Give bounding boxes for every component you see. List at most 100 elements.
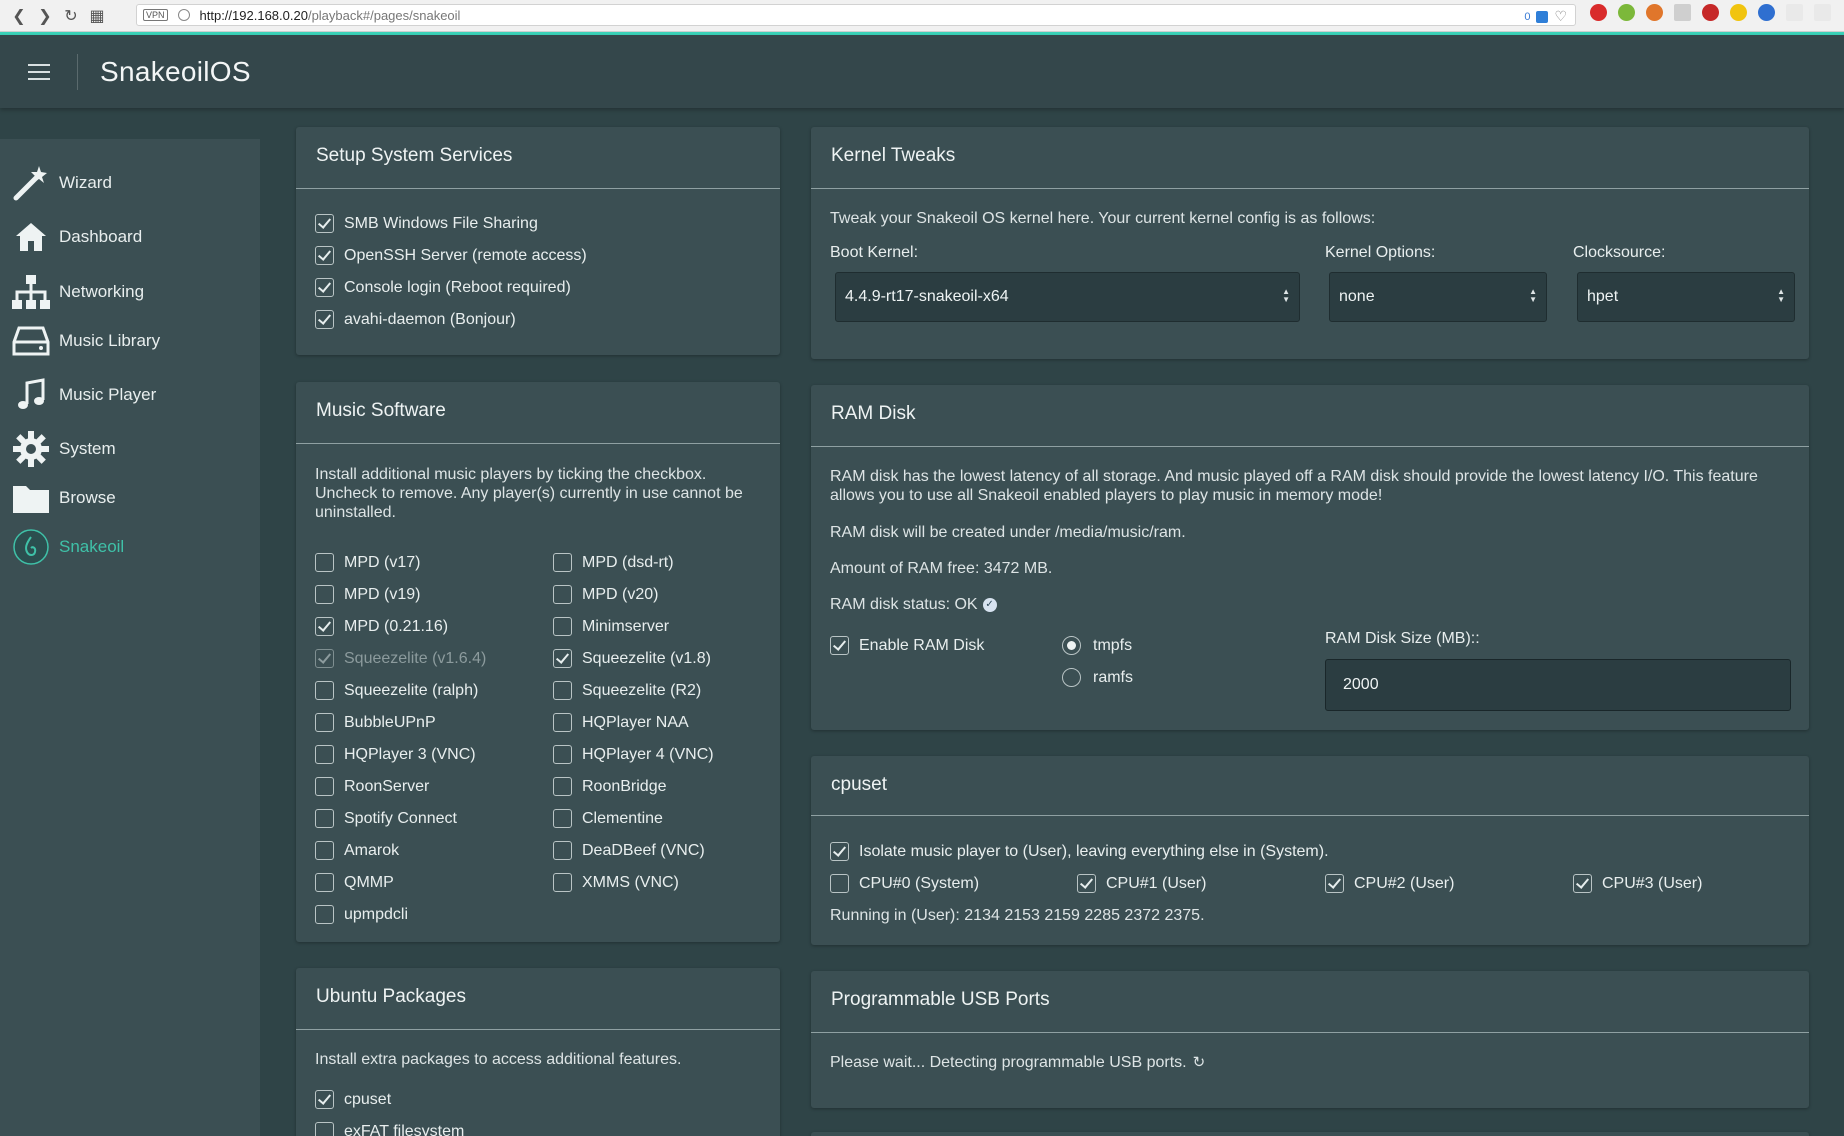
sidebar-item-wizard[interactable]: Wizard [0, 160, 260, 206]
sidebar-item-snakeoil[interactable]: Snakeoil [0, 524, 260, 570]
music-software-checkbox[interactable]: Minimserver [553, 617, 669, 636]
kernel-options-select[interactable]: none ▲ ▼ [1329, 272, 1547, 322]
radio-dot[interactable] [1062, 636, 1081, 655]
checkbox-box[interactable] [553, 649, 572, 668]
download-ext-icon[interactable] [1618, 4, 1635, 21]
sidebar-item-browse[interactable]: Browse [0, 475, 260, 521]
vpn-badge[interactable]: VPN [143, 9, 168, 21]
checkbox-box[interactable] [553, 809, 572, 828]
checkbox-box[interactable] [830, 636, 849, 655]
music-software-checkbox[interactable]: Squeezelite (ralph) [315, 681, 478, 700]
sidebar-item-system[interactable]: System [0, 426, 260, 472]
checkbox-box[interactable] [315, 553, 334, 572]
checkbox-box[interactable] [553, 745, 572, 764]
radio-dot[interactable] [1062, 668, 1081, 687]
checkbox-box[interactable] [553, 777, 572, 796]
address-bar[interactable]: VPN http://192.168.0.20/playback#/pages/… [136, 4, 1576, 26]
checkbox-box[interactable] [315, 1122, 334, 1136]
console-login-checkbox[interactable]: Console login (Reboot required) [315, 278, 571, 297]
checkbox-box[interactable] [553, 713, 572, 732]
back-icon[interactable]: ❮ [6, 2, 32, 30]
clocksource-select[interactable]: hpet ▲ ▼ [1577, 272, 1795, 322]
refresh-ext-icon[interactable] [1758, 4, 1775, 21]
checkbox-box[interactable] [315, 246, 334, 265]
music-software-checkbox[interactable]: MPD (dsd-rt) [553, 553, 674, 572]
smb-checkbox[interactable]: SMB Windows File Sharing [315, 214, 538, 233]
reload-icon[interactable]: ↻ [58, 2, 84, 30]
boot-kernel-select[interactable]: 4.4.9-rt17-snakeoil-x64 ▲ ▼ [835, 272, 1300, 322]
screen-ext-icon[interactable] [1674, 4, 1691, 21]
checkbox-box[interactable] [315, 1090, 334, 1109]
sidebar-item-music-player[interactable]: Music Player [0, 372, 260, 418]
ramfs-radio[interactable]: ramfs [1062, 668, 1133, 687]
checkbox-box[interactable] [553, 617, 572, 636]
checkbox-box[interactable] [1325, 874, 1344, 893]
checkbox-box[interactable] [315, 713, 334, 732]
music-software-checkbox[interactable]: XMMS (VNC) [553, 873, 679, 892]
music-software-checkbox[interactable]: Squeezelite (v1.8) [553, 649, 711, 668]
checkbox-box[interactable] [315, 873, 334, 892]
music-software-checkbox[interactable]: HQPlayer 3 (VNC) [315, 745, 476, 764]
checkbox-box[interactable] [1077, 874, 1096, 893]
forward-icon[interactable]: ❯ [32, 2, 58, 30]
cpuset-package-checkbox[interactable]: cpuset [315, 1090, 391, 1109]
sidebar-item-networking[interactable]: Networking [0, 269, 260, 315]
music-software-checkbox[interactable]: Amarok [315, 841, 399, 860]
checkbox-box[interactable] [315, 745, 334, 764]
avahi-checkbox[interactable]: avahi-daemon (Bonjour) [315, 310, 516, 329]
checkbox-box[interactable] [315, 777, 334, 796]
music-software-checkbox[interactable]: MPD (0.21.16) [315, 617, 448, 636]
music-software-checkbox[interactable]: HQPlayer 4 (VNC) [553, 745, 714, 764]
music-software-checkbox[interactable]: Spotify Connect [315, 809, 457, 828]
music-software-checkbox[interactable]: MPD (v17) [315, 553, 420, 572]
tmpfs-radio[interactable]: tmpfs [1062, 636, 1132, 655]
checkbox-box[interactable] [1573, 874, 1592, 893]
music-software-checkbox[interactable]: MPD (v19) [315, 585, 420, 604]
checkbox-box[interactable] [553, 585, 572, 604]
checkbox-box[interactable] [830, 874, 849, 893]
checkbox-box[interactable] [315, 310, 334, 329]
checkbox-box[interactable] [315, 905, 334, 924]
cpu3-checkbox[interactable]: CPU#3 (User) [1573, 874, 1702, 893]
hamburger-menu-icon[interactable] [0, 53, 78, 90]
openssh-checkbox[interactable]: OpenSSH Server (remote access) [315, 246, 587, 265]
checkbox-box[interactable] [830, 842, 849, 861]
cpu0-checkbox[interactable]: CPU#0 (System) [830, 874, 979, 893]
enable-ram-disk-checkbox[interactable]: Enable RAM Disk [830, 636, 984, 655]
adblock-icon[interactable] [1702, 4, 1719, 21]
opera-icon[interactable] [1590, 4, 1607, 21]
sidebar-item-dashboard[interactable]: Dashboard [0, 214, 260, 260]
checkbox-box[interactable] [553, 553, 572, 572]
heart-icon[interactable]: ♡ [1554, 8, 1567, 25]
cpu2-checkbox[interactable]: CPU#2 (User) [1325, 874, 1454, 893]
checkbox-box[interactable] [315, 681, 334, 700]
music-software-checkbox[interactable]: upmpdcli [315, 905, 408, 924]
checkbox-box[interactable] [315, 841, 334, 860]
checkbox-box[interactable] [315, 214, 334, 233]
checkbox-box[interactable] [553, 873, 572, 892]
sync-ext-icon[interactable] [1646, 4, 1663, 21]
music-software-checkbox[interactable]: Clementine [553, 809, 663, 828]
music-software-checkbox[interactable]: Squeezelite (R2) [553, 681, 701, 700]
music-software-checkbox[interactable]: MPD (v20) [553, 585, 658, 604]
checkbox-box[interactable] [553, 841, 572, 860]
ram-disk-size-input[interactable]: 2000 [1325, 659, 1791, 711]
checkbox-box[interactable] [315, 809, 334, 828]
music-software-checkbox[interactable]: DeaDBeef (VNC) [553, 841, 705, 860]
face-ext-icon[interactable] [1730, 4, 1747, 21]
sidebar-item-music-library[interactable]: Music Library [0, 318, 260, 364]
checkbox-box[interactable] [553, 681, 572, 700]
shield-icon[interactable] [1536, 10, 1549, 23]
music-software-checkbox[interactable]: RoonServer [315, 777, 429, 796]
music-software-checkbox[interactable]: QMMP [315, 873, 394, 892]
music-software-checkbox[interactable]: RoonBridge [553, 777, 667, 796]
checkbox-box[interactable] [315, 617, 334, 636]
isolate-checkbox[interactable]: Isolate music player to (User), leaving … [830, 842, 1329, 861]
checkbox-box[interactable] [315, 278, 334, 297]
music-software-checkbox[interactable]: HQPlayer NAA [553, 713, 689, 732]
cpu1-checkbox[interactable]: CPU#1 (User) [1077, 874, 1206, 893]
share-icon[interactable] [1786, 4, 1803, 21]
checkbox-box[interactable] [315, 585, 334, 604]
tabs-grid-icon[interactable]: ▦ [84, 2, 110, 30]
exfat-package-checkbox[interactable]: exFAT filesystem [315, 1122, 464, 1136]
